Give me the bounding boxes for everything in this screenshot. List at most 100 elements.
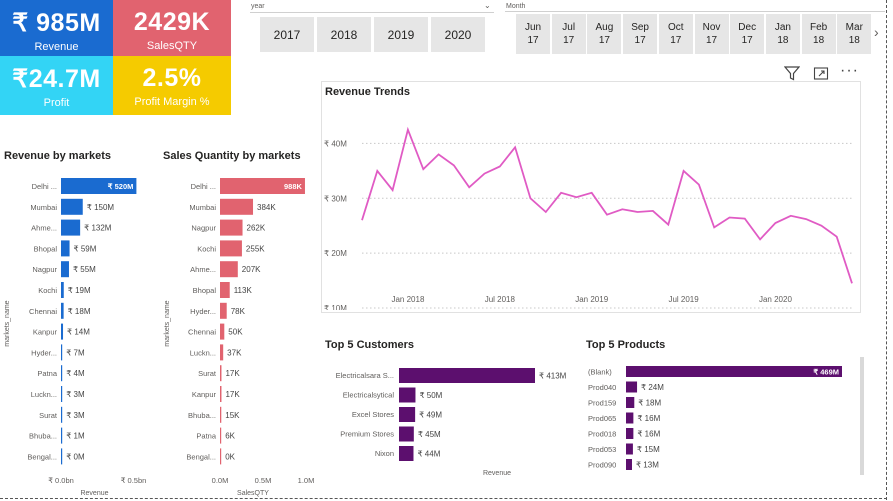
category-label: Delhi ...: [32, 182, 57, 191]
year-option-2020[interactable]: 2020: [431, 17, 485, 52]
data-label: ₹ 0M: [66, 452, 85, 461]
bar: [220, 406, 222, 423]
category-label: Premium Stores: [340, 430, 394, 439]
bar: [626, 443, 633, 455]
year-option-2017[interactable]: 2017: [260, 17, 314, 52]
data-label: ₹ 4M: [66, 369, 85, 378]
category-label: Bengal...: [186, 452, 216, 461]
data-label: ₹ 14M: [67, 328, 90, 337]
category-label: Luckn...: [190, 348, 216, 357]
data-label: 113K: [234, 286, 253, 295]
bar: [220, 240, 242, 257]
category-label: Kochi: [197, 244, 216, 253]
month-option-mar-18[interactable]: Mar 18: [837, 14, 872, 54]
month-option-aug-17[interactable]: Aug 17: [587, 14, 622, 54]
data-label: ₹ 19M: [68, 286, 91, 295]
top5-products-title: Top 5 Products: [586, 339, 666, 351]
bar: [220, 302, 227, 319]
sales-qty-by-markets-chart: markets_name Delhi ... 988K Mumbai 384K Nagpu…: [164, 178, 314, 497]
year-slicer-chevron-icon[interactable]: ⌄: [484, 1, 491, 10]
category-label: Patna: [196, 432, 216, 441]
kpi-profit-label: Profit: [43, 97, 70, 109]
category-label: Bhopal: [193, 286, 217, 295]
kpi-profit-margin-card[interactable]: 2.5% Profit Margin %: [113, 56, 231, 115]
kpi-profit-card[interactable]: ₹24.7M Profit: [0, 56, 113, 115]
data-label: 17K: [225, 390, 240, 399]
bar: [626, 397, 635, 408]
month-option-feb-18[interactable]: Feb 18: [801, 14, 836, 54]
month-option-label: Mar: [845, 22, 863, 33]
month-option-label: Feb: [809, 22, 828, 33]
data-label: ₹ 520M: [108, 182, 134, 191]
month-option-label: Jul: [562, 22, 576, 33]
bar: [626, 428, 634, 439]
bar: [61, 427, 63, 444]
data-label: ₹ 3M: [66, 390, 85, 399]
month-option-year: 17: [527, 35, 539, 46]
data-label: 37K: [227, 348, 242, 357]
data-label: 988K: [284, 182, 303, 191]
top5-products-scrollbar[interactable]: [860, 357, 864, 475]
data-label: ₹ 24M: [641, 383, 664, 392]
kpi-profit-margin-value: 2.5%: [142, 64, 202, 92]
data-label: ₹ 18M: [68, 307, 91, 316]
month-option-dec-17[interactable]: Dec 17: [730, 14, 765, 54]
month-slicer-title: Month: [506, 3, 526, 10]
bar: [220, 448, 222, 465]
data-label: ₹ 18M: [638, 399, 661, 408]
data-label: ₹ 1M: [66, 432, 85, 441]
month-option-jul-17[interactable]: Jul 17: [551, 14, 586, 54]
revenue-by-markets-title: Revenue by markets: [4, 150, 111, 162]
category-label: Prod053: [588, 445, 616, 454]
category-label: Kochi: [38, 286, 57, 295]
category-label: Ahme...: [31, 224, 57, 233]
month-option-year: 17: [670, 35, 682, 46]
bar: [61, 323, 64, 340]
data-label: 262K: [247, 224, 266, 233]
month-option-label: Nov: [702, 22, 721, 33]
month-option-oct-17[interactable]: Oct 17: [658, 14, 693, 54]
bar: [220, 219, 243, 236]
category-label: Chennai: [29, 307, 57, 316]
category-label: Bhuba...: [188, 411, 216, 420]
revenue-line: [361, 126, 853, 284]
category-label: Electricalsara S...: [336, 371, 394, 380]
focus-mode-icon[interactable]: [813, 66, 829, 81]
kpi-salesqty-label: SalesQTY: [146, 40, 198, 52]
more-options-icon[interactable]: ···: [840, 62, 859, 80]
revenue-trends-title: Revenue Trends: [325, 86, 410, 98]
category-label: Nagpur: [191, 224, 216, 233]
kpi-salesqty-card[interactable]: 2429K SalesQTY: [113, 0, 231, 56]
data-label: ₹ 150M: [87, 203, 115, 212]
year-option-2019[interactable]: 2019: [374, 17, 428, 52]
month-option-sep-17[interactable]: Sep 17: [623, 14, 658, 54]
bar: [626, 412, 634, 424]
category-label: Nagpur: [32, 265, 57, 274]
bar: [220, 386, 222, 402]
filter-icon[interactable]: [784, 66, 800, 81]
category-label: Prod159: [588, 399, 616, 408]
kpi-revenue-card[interactable]: ₹ 985M Revenue: [0, 0, 113, 56]
month-option-nov-17[interactable]: Nov 17: [694, 14, 729, 54]
month-option-jan-18[interactable]: Jan 18: [765, 14, 800, 54]
bar: [399, 446, 414, 461]
data-label: 17K: [225, 369, 240, 378]
bar: [399, 407, 416, 422]
category-label: Patna: [37, 369, 57, 378]
month-option-year: 18: [777, 35, 789, 46]
revenue-by-markets-chart: markets_name Delhi ... ₹ 520M Mumbai ₹ 150M A…: [4, 178, 146, 497]
x-tick-label: Jan 2020: [759, 295, 792, 304]
month-option-jun-17[interactable]: Jun 17: [516, 14, 550, 54]
bar: [61, 448, 63, 465]
bar: [61, 282, 64, 298]
year-option-2018[interactable]: 2018: [317, 17, 371, 52]
kpi-revenue-value: ₹ 985M: [12, 9, 101, 37]
category-label: Prod090: [588, 461, 616, 470]
month-scroll-right-icon[interactable]: ›: [874, 24, 879, 40]
bar: [399, 368, 535, 383]
bar: [626, 366, 842, 377]
category-label: Surat: [198, 369, 217, 378]
data-label: ₹ 49M: [419, 411, 442, 420]
y-axis-title: markets_name: [164, 300, 171, 346]
kpi-revenue-label: Revenue: [34, 41, 79, 53]
